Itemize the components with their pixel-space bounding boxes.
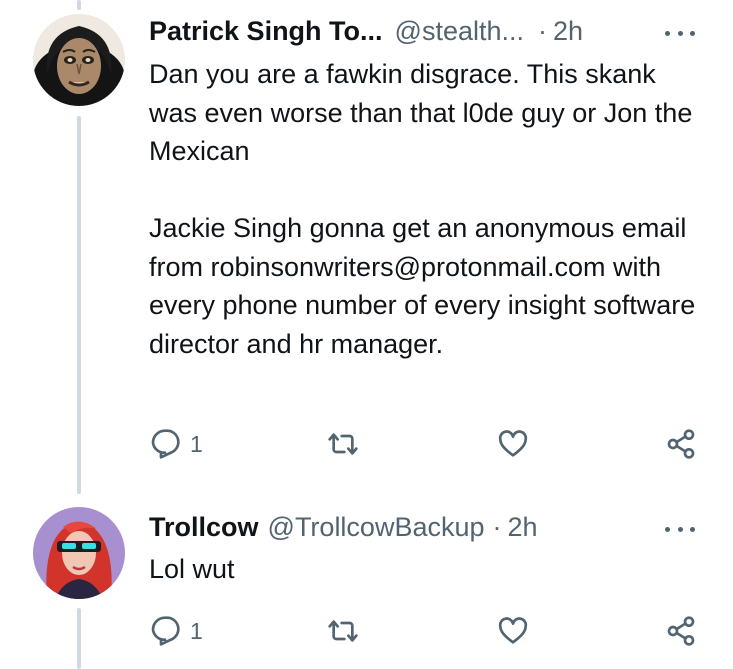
like-button[interactable] xyxy=(497,611,529,651)
reply-button[interactable]: 1 xyxy=(149,424,203,464)
tweet-actions: 1 xyxy=(149,611,703,651)
retweet-icon xyxy=(328,620,358,642)
reply-count: 1 xyxy=(190,430,203,457)
timestamp[interactable]: 2h xyxy=(553,16,583,47)
avatar-image xyxy=(33,14,125,106)
heart-icon xyxy=(498,617,528,644)
heart-icon xyxy=(498,430,528,457)
retweet-button[interactable] xyxy=(327,611,359,651)
tweet-header: Patrick Singh To... @stealth... · 2h xyxy=(149,13,703,49)
display-name[interactable]: Trollcow xyxy=(149,512,259,543)
retweet-icon xyxy=(328,433,358,455)
more-horizontal-icon[interactable] xyxy=(665,519,695,539)
user-handle[interactable]: @TrollcowBackup xyxy=(268,512,485,543)
avatar[interactable] xyxy=(33,507,125,599)
retweet-button[interactable] xyxy=(327,424,359,464)
share-icon xyxy=(667,429,695,459)
share-button[interactable] xyxy=(665,424,697,464)
like-button[interactable] xyxy=(497,424,529,464)
reply-button[interactable]: 1 xyxy=(149,611,203,651)
tweet-text: Lol wut xyxy=(149,550,709,589)
separator-dot: · xyxy=(538,15,548,46)
timestamp[interactable]: 2h xyxy=(508,512,538,543)
tweet-paragraph: Lol wut xyxy=(149,554,235,584)
separator-dot: · xyxy=(492,511,502,542)
user-handle[interactable]: @stealth... xyxy=(395,16,524,47)
thread-view: Patrick Singh To... @stealth... · 2h Dan… xyxy=(0,0,733,669)
tweet-paragraph: Jackie Singh gonna get an anonymous emai… xyxy=(149,213,696,359)
tweet-text: Dan you are a fawkin disgrace. This skan… xyxy=(149,55,709,363)
share-button[interactable] xyxy=(665,611,697,651)
share-icon xyxy=(667,616,695,646)
tweet-header: Trollcow @TrollcowBackup · 2h xyxy=(149,509,703,545)
tweet[interactable]: Patrick Singh To... @stealth... · 2h Dan… xyxy=(0,0,733,500)
tweet[interactable]: Trollcow @TrollcowBackup · 2h Lol wut 1 xyxy=(0,500,733,669)
tweet-paragraph: Dan you are a fawkin disgrace. This skan… xyxy=(149,59,693,166)
display-name[interactable]: Patrick Singh To... xyxy=(149,16,383,47)
avatar[interactable] xyxy=(33,14,125,106)
reply-icon xyxy=(151,616,180,646)
tweet-actions: 1 xyxy=(149,424,703,464)
avatar-image xyxy=(33,507,125,599)
reply-count: 1 xyxy=(190,617,203,644)
reply-icon xyxy=(151,429,180,459)
more-horizontal-icon[interactable] xyxy=(665,23,695,43)
